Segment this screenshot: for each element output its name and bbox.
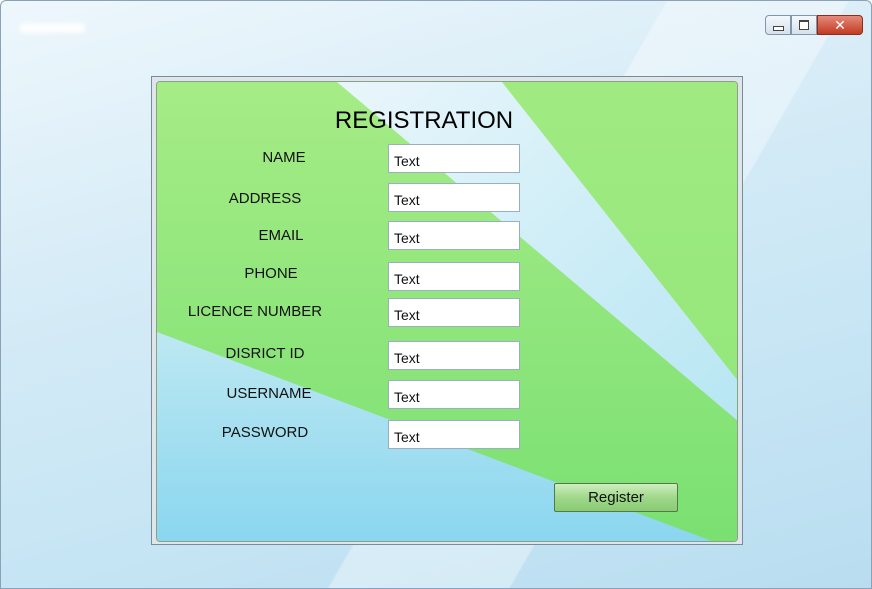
email-input[interactable]: [388, 221, 520, 250]
username-input[interactable]: [388, 380, 520, 409]
page-title: REGISTRATION: [334, 107, 514, 134]
licence-number-label: LICENCE NUMBER: [187, 303, 323, 320]
licence-number-input[interactable]: [388, 298, 520, 327]
address-input[interactable]: [388, 183, 520, 212]
phone-label: PHONE: [244, 265, 298, 282]
username-label: USERNAME: [226, 385, 312, 402]
name-input[interactable]: [388, 144, 520, 173]
password-input[interactable]: [388, 420, 520, 449]
name-label: NAME: [262, 149, 306, 166]
register-button[interactable]: Register: [554, 483, 678, 512]
address-label: ADDRESS: [228, 190, 302, 207]
district-id-label: DISRICT ID: [225, 345, 305, 362]
close-icon: ✕: [834, 16, 846, 33]
app-window: ✕ REGISTRATION NAME Text ADDRESS Text EM…: [0, 0, 872, 589]
password-label: PASSWORD: [221, 424, 309, 441]
district-id-input[interactable]: [388, 341, 520, 370]
phone-input[interactable]: [388, 262, 520, 291]
maximize-icon: [799, 20, 809, 30]
maximize-button[interactable]: [791, 15, 817, 35]
registration-panel: REGISTRATION NAME ADDRESS EMAIL PHONE LI…: [156, 81, 738, 542]
window-title-area: [19, 23, 85, 33]
minimize-button[interactable]: [765, 15, 791, 35]
window-controls: ✕: [765, 15, 863, 35]
email-label: EMAIL: [258, 227, 304, 244]
minimize-icon: [772, 25, 784, 31]
close-button[interactable]: ✕: [817, 15, 863, 35]
